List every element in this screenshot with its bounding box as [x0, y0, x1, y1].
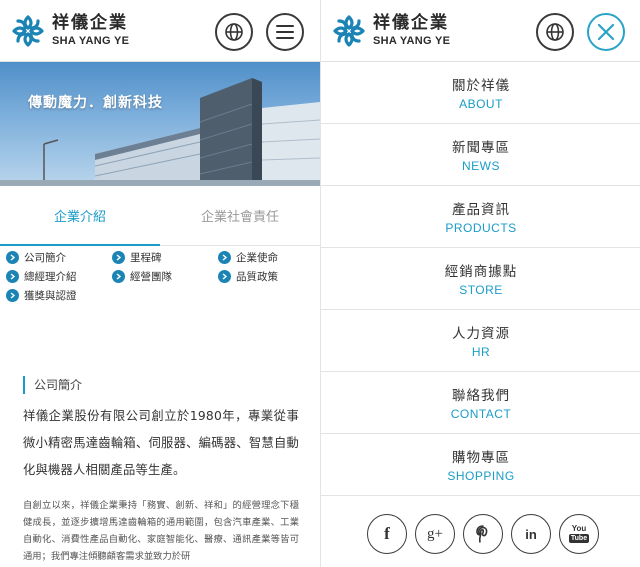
googleplus-icon: g+: [427, 525, 443, 542]
nav-label-en: CONTACT: [450, 407, 512, 421]
header: 祥儀企業 SHA YANG YE: [321, 0, 640, 62]
nav-label-cn: 購物專區: [452, 450, 510, 466]
header: 祥儀企業 SHA YANG YE: [0, 0, 320, 62]
hamburger-icon: [276, 25, 294, 39]
quick-link-awards[interactable]: 獲獎與認證: [6, 288, 77, 303]
facebook-button[interactable]: f: [367, 514, 407, 554]
social-links: f g+ in You Tube: [367, 514, 607, 554]
nav-label-cn: 關於祥儀: [452, 78, 510, 94]
nav-label-en: ABOUT: [459, 97, 503, 111]
chevron-right-icon: [6, 289, 19, 302]
chevron-right-icon: [218, 251, 231, 264]
close-icon: [597, 23, 615, 41]
section-body: 自創立以來，祥儀企業秉持「務實、創新、祥和」的經營理念下穩健成長，並逐步擴增馬達…: [23, 500, 299, 562]
tab-company-intro[interactable]: 企業介紹: [0, 186, 160, 246]
quick-link-profile[interactable]: 公司簡介: [6, 250, 66, 265]
section-tabs: 企業介紹 企業社會責任: [0, 186, 320, 246]
nav-item-hr[interactable]: 人力資源 HR: [321, 310, 640, 372]
brand-name-en: SHA YANG YE: [373, 35, 451, 47]
nav-label-cn: 聯絡我們: [452, 388, 510, 404]
pinterest-icon: [476, 525, 488, 543]
chevron-right-icon: [112, 251, 125, 264]
tab-csr[interactable]: 企業社會責任: [160, 186, 320, 246]
quick-link-gm[interactable]: 總經理介紹: [6, 269, 77, 284]
quick-links: 公司簡介 里程碑 企業使命 總經理介紹 經營團隊 品質政策 獲獎與認證: [0, 247, 320, 307]
close-menu-button[interactable]: [587, 13, 625, 51]
chevron-right-icon: [218, 270, 231, 283]
youtube-icon-text-bottom: Tube: [568, 534, 590, 543]
nav-item-news[interactable]: 新聞專區 NEWS: [321, 124, 640, 186]
chevron-right-icon: [112, 270, 125, 283]
main-page-panel: 祥儀企業 SHA YANG YE 傳動魔力．創新科技 企業介紹 企業社會責任 公…: [0, 0, 320, 567]
quick-link-team[interactable]: 經營團隊: [112, 269, 172, 284]
quick-link-label: 公司簡介: [24, 252, 66, 264]
quick-link-label: 總經理介紹: [24, 271, 77, 283]
nav-label-en: SHOPPING: [447, 469, 515, 483]
googleplus-button[interactable]: g+: [415, 514, 455, 554]
quick-link-label: 獲獎與認證: [24, 290, 77, 302]
youtube-icon-text-top: You: [571, 524, 587, 533]
quick-link-quality[interactable]: 品質政策: [218, 269, 278, 284]
nav-label-en: HR: [471, 345, 491, 359]
quick-link-milestones[interactable]: 里程碑: [112, 250, 162, 265]
facebook-icon: f: [384, 524, 390, 543]
linkedin-button[interactable]: in: [511, 514, 551, 554]
building-illustration: [0, 78, 320, 186]
quick-link-mission[interactable]: 企業使命: [218, 250, 278, 265]
menu-button[interactable]: [266, 13, 304, 51]
section-lead: 祥儀企業股份有限公司創立於1980年，專業從事微小精密馬達齒輪箱、伺服器、編碼器…: [23, 409, 299, 477]
nav-item-about[interactable]: 關於祥儀 ABOUT: [321, 62, 640, 124]
nav-label-en: NEWS: [462, 159, 500, 173]
section-title: 公司簡介: [23, 376, 82, 394]
quick-link-label: 里程碑: [130, 252, 162, 264]
quick-link-label: 企業使命: [236, 252, 278, 264]
chevron-right-icon: [6, 251, 19, 264]
quick-link-label: 品質政策: [236, 271, 278, 283]
youtube-button[interactable]: You Tube: [559, 514, 599, 554]
pinterest-button[interactable]: [463, 514, 503, 554]
logo[interactable]: 祥儀企業 SHA YANG YE: [8, 11, 129, 51]
nav-label-cn: 產品資訊: [452, 202, 510, 218]
menu-open-panel: 祥儀企業 SHA YANG YE 關於祥儀 ABOUT 新聞專區 NEWS 產品…: [320, 0, 640, 567]
logo[interactable]: 祥儀企業 SHA YANG YE: [329, 11, 450, 51]
nav-label-cn: 新聞專區: [452, 140, 510, 156]
nav-label-cn: 經銷商據點: [444, 264, 518, 280]
banner-slogan: 傳動魔力．創新科技: [28, 95, 163, 111]
logo-mark-icon: [333, 15, 365, 47]
nav-label-en: PRODUCTS: [445, 221, 517, 235]
globe-icon: [546, 23, 564, 41]
nav-item-shopping[interactable]: 購物專區 SHOPPING: [321, 434, 640, 496]
nav-label-cn: 人力資源: [452, 326, 510, 342]
brand-name-cn: 祥儀企業: [52, 13, 128, 33]
language-button[interactable]: [215, 13, 253, 51]
logo-mark-icon: [12, 15, 44, 47]
hero-banner: 傳動魔力．創新科技: [0, 62, 320, 186]
nav-item-store[interactable]: 經銷商據點 STORE: [321, 248, 640, 310]
youtube-icon: You Tube: [568, 524, 590, 543]
main-nav-menu: 關於祥儀 ABOUT 新聞專區 NEWS 產品資訊 PRODUCTS 經銷商據點…: [321, 62, 640, 496]
nav-label-en: STORE: [459, 283, 503, 297]
nav-item-products[interactable]: 產品資訊 PRODUCTS: [321, 186, 640, 248]
brand-name-en: SHA YANG YE: [52, 35, 130, 47]
linkedin-icon: in: [525, 526, 537, 542]
globe-icon: [225, 23, 243, 41]
nav-item-contact[interactable]: 聯絡我們 CONTACT: [321, 372, 640, 434]
brand-name-cn: 祥儀企業: [373, 13, 449, 33]
quick-link-label: 經營團隊: [130, 271, 172, 283]
language-button[interactable]: [536, 13, 574, 51]
chevron-right-icon: [6, 270, 19, 283]
